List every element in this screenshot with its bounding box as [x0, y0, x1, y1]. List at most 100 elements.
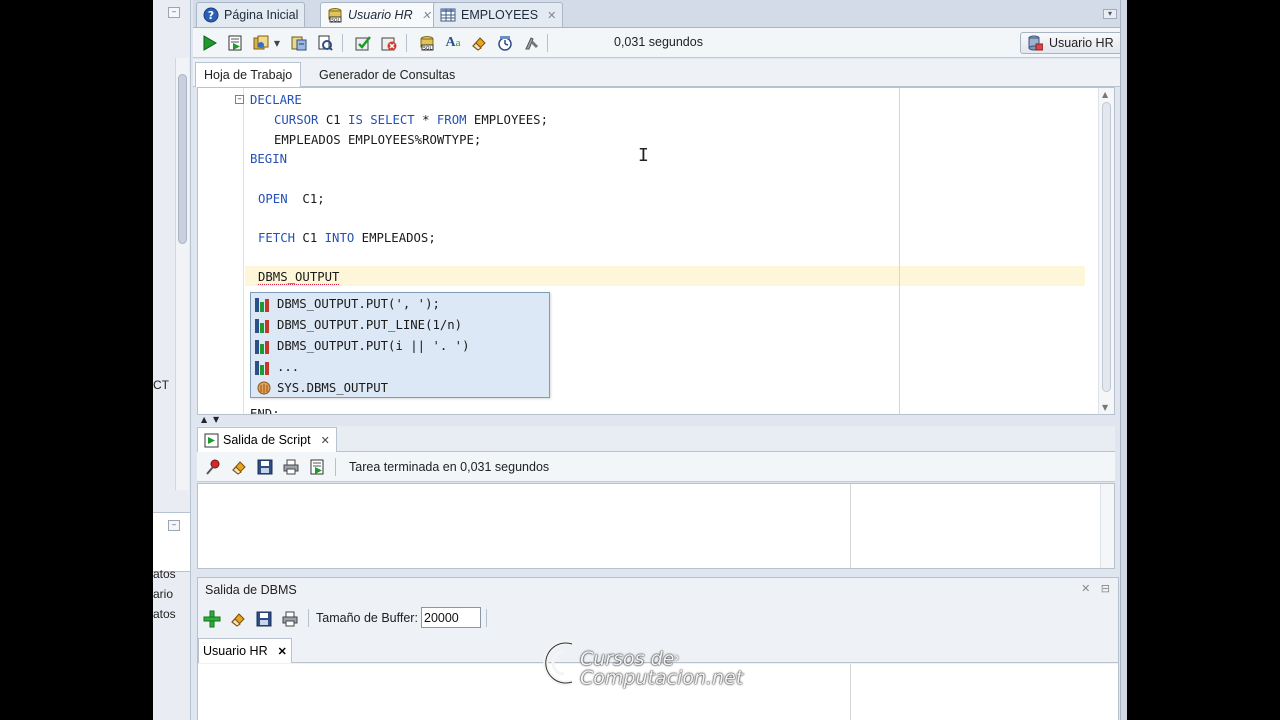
code-keyword: DECLARE — [250, 93, 302, 107]
svg-text:SQL: SQL — [331, 17, 340, 23]
completion-label: ... — [277, 360, 300, 374]
enable-dbms-output-icon[interactable] — [202, 609, 222, 629]
scroll-down-icon[interactable]: ▼ — [1102, 403, 1108, 412]
clear-eraser-icon[interactable] — [229, 457, 249, 477]
clear-eraser-icon[interactable] — [228, 609, 248, 629]
worksheet-subtabs: Hoja de Trabajo Generador de Consultas — [193, 59, 1127, 87]
print-icon[interactable] — [280, 609, 300, 629]
close-icon[interactable]: ✕ — [422, 9, 431, 22]
tab-label: Salida de Script — [223, 433, 311, 447]
toolbar-separator — [335, 458, 336, 476]
sql-developer-window: – CT – atos ario atos ? Página Inicial S… — [153, 0, 1127, 720]
sql-editor[interactable]: – DECLARE CURSOR C1 IS SELECT * FROM EMP… — [197, 87, 1115, 415]
navigator-tree-fragment: atos — [153, 567, 176, 581]
table-icon — [440, 7, 456, 23]
tab-employees[interactable]: EMPLOYEES ✕ — [433, 2, 564, 27]
close-icon[interactable]: ✕ — [547, 9, 556, 22]
watermark-logo: Cursos de › Computacion.net — [542, 636, 743, 689]
script-output-tab-bar: Salida de Script ✕ — [197, 426, 1115, 452]
run-statement-icon[interactable] — [199, 33, 219, 53]
run-script-icon[interactable] — [307, 457, 327, 477]
output-scrollbar[interactable] — [1100, 484, 1114, 568]
completion-item[interactable]: DBMS_OUTPUT.PUT_LINE(1/n) — [255, 315, 462, 335]
connection-selector[interactable]: Usuario HR ▼ — [1020, 32, 1127, 54]
run-script-icon[interactable] — [225, 33, 245, 53]
save-icon[interactable] — [255, 457, 275, 477]
toolbar-separator — [547, 34, 548, 52]
tab-label: EMPLOYEES — [461, 8, 539, 22]
tab-list-dropdown-icon[interactable]: ▾ — [1103, 9, 1117, 19]
rollback-icon[interactable] — [379, 33, 399, 53]
minimize-icon[interactable]: – — [168, 520, 180, 531]
close-icon[interactable]: ✕ — [1081, 582, 1090, 595]
tab-hoja-de-trabajo[interactable]: Hoja de Trabajo — [195, 62, 302, 87]
snippet-icon — [255, 296, 273, 312]
code-line: DECLARE — [250, 93, 302, 107]
clear-eraser-icon[interactable] — [469, 33, 489, 53]
snippet-icon — [255, 317, 273, 333]
scroll-up-icon[interactable]: ▲ — [1102, 90, 1108, 99]
close-icon[interactable]: ✕ — [278, 645, 287, 658]
tab-usuario-hr[interactable]: SQL Usuario HR ✕ — [320, 2, 438, 27]
tab-usuario-hr-output[interactable]: Usuario HR ✕ — [198, 638, 292, 663]
code-keyword: FROM — [436, 113, 467, 127]
commit-icon[interactable] — [353, 33, 373, 53]
tab-generador-de-consultas[interactable]: Generador de Consultas — [311, 62, 463, 87]
code-line: DBMS_OUTPUT — [258, 270, 340, 285]
code-text: EMPLEADOS EMPLOYEES%ROWTYPE; — [274, 133, 482, 147]
buffer-size-label: Tamaño de Buffer: — [316, 611, 418, 625]
completion-label: DBMS_OUTPUT.PUT(i || '. ') — [277, 339, 470, 353]
completion-item[interactable]: ... — [255, 357, 299, 377]
print-icon[interactable] — [281, 457, 301, 477]
pin-icon[interactable] — [203, 457, 223, 477]
format-sql-icon[interactable] — [521, 33, 541, 53]
completion-item[interactable]: DBMS_OUTPUT.PUT(', '); — [255, 294, 440, 314]
explain-plan-icon[interactable] — [289, 33, 309, 53]
code-line: END; — [250, 407, 280, 414]
task-status-message: Tarea terminada en 0,031 segundos — [349, 460, 550, 474]
code-line: CURSOR C1 IS SELECT * FROM EMPLOYEES; — [274, 113, 548, 127]
to-upper-lower-case-icon[interactable]: Aa — [443, 33, 463, 53]
completion-label: DBMS_OUTPUT.PUT(', '); — [277, 297, 440, 311]
editor-scrollbar[interactable]: ▲ ▼ — [1098, 88, 1114, 414]
panel-splitter[interactable]: ▲ ▼ — [197, 415, 1115, 425]
unshared-sql-icon[interactable]: SQL — [417, 33, 437, 53]
expand-down-icon[interactable]: ▼ — [213, 415, 219, 424]
tab-pagina-inicial[interactable]: ? Página Inicial — [196, 2, 306, 27]
right-margin-line — [899, 88, 900, 414]
close-icon[interactable]: ✕ — [321, 434, 330, 447]
watermark-chevron-icon: › — [674, 650, 680, 666]
help-icon: ? — [203, 7, 219, 23]
current-line-highlight — [245, 266, 1085, 286]
panel-title: Salida de DBMS — [205, 583, 297, 597]
document-tab-bar: ? Página Inicial SQL Usuario HR ✕ EMPLOY… — [193, 0, 1127, 28]
text-cursor-icon: I — [638, 145, 649, 166]
code-line: BEGIN — [250, 152, 287, 166]
sql-history-icon[interactable] — [495, 33, 515, 53]
tab-salida-de-script[interactable]: Salida de Script ✕ — [197, 427, 337, 452]
expand-up-icon[interactable]: ▲ — [201, 415, 207, 424]
completion-item[interactable]: DBMS_OUTPUT.PUT(i || '. ') — [255, 336, 470, 356]
code-text: EMPLOYEES; — [466, 113, 548, 127]
elapsed-time-label: 0,031 segundos — [614, 35, 703, 49]
save-icon[interactable] — [254, 609, 274, 629]
sql-tuning-advisor-icon[interactable] — [315, 33, 335, 53]
navigator-tree-fragment: CT — [153, 378, 169, 392]
autotrace-icon[interactable] — [251, 33, 271, 53]
fold-collapse-icon[interactable]: – — [235, 95, 244, 104]
completion-item[interactable]: SYS.DBMS_OUTPUT — [255, 378, 388, 398]
scrollbar-thumb[interactable] — [1102, 102, 1111, 392]
subtab-label: Hoja de Trabajo — [204, 68, 293, 82]
toolbar-separator — [308, 609, 309, 627]
scrollbar-thumb[interactable] — [178, 74, 187, 244]
code-line: OPEN C1; — [258, 192, 325, 206]
chevron-down-icon[interactable]: ▼ — [271, 33, 283, 53]
code-keyword: CURSOR — [274, 113, 319, 127]
minimize-icon[interactable]: – — [168, 7, 180, 18]
tab-label: Usuario HR — [348, 8, 413, 22]
navigator-scrollbar[interactable] — [175, 58, 189, 490]
window-right-edge — [1120, 0, 1127, 720]
buffer-size-input[interactable] — [421, 607, 481, 628]
script-output-area[interactable] — [197, 483, 1115, 569]
minimize-icon[interactable]: ⊟ — [1101, 582, 1110, 595]
